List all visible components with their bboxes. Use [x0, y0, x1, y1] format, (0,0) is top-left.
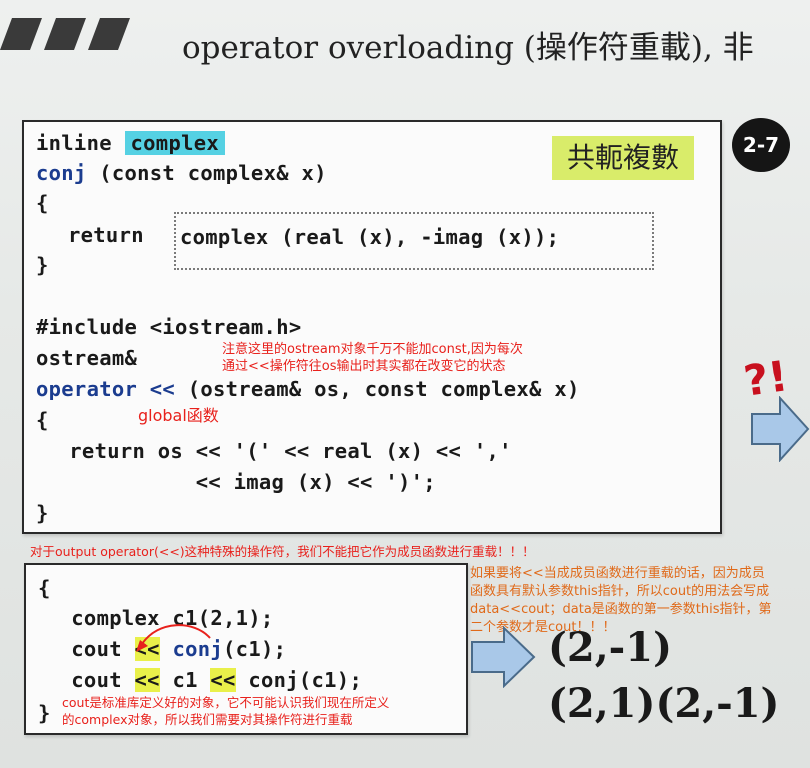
output-line-2: (2,1)(2,-1) [548, 680, 780, 727]
code-line-close-brace: } [36, 253, 49, 277]
code-line-open-brace: { [36, 191, 49, 215]
code-line-inline: inline complex [36, 128, 226, 158]
code-line-operator: operator << (ostream& os, const complex&… [36, 377, 580, 401]
slide-number-badge: 2-7 [732, 118, 790, 172]
annotation-cout: cout是标准库定义好的对象，它不可能认识我们现在所定义 的complex对象，… [62, 695, 390, 727]
code-line-close-brace-2: } [36, 501, 49, 525]
usage-open-brace: { [38, 576, 51, 600]
right-arrow-icon [751, 396, 810, 462]
code-line-include: #include <iostream.h> [36, 315, 302, 339]
code-line-ostream-ref: ostream& [36, 346, 138, 370]
code-line-conj: conj (const complex& x) [36, 161, 327, 185]
highlight-shift-op-1: << [134, 668, 160, 692]
output-arrow-icon [471, 626, 536, 688]
code-line-return: return [68, 223, 144, 247]
highlight-complex: complex [124, 131, 226, 155]
output-line-1: (2,-1) [548, 624, 673, 671]
title-stripes-decoration [0, 18, 130, 50]
conjugate-label: 共軛複數 [552, 136, 694, 180]
usage-line-cout-chain: cout << c1 << conj(c1); [46, 668, 363, 692]
code-line-open-brace-2: { [36, 408, 49, 432]
curved-arrow-annotation [136, 624, 211, 652]
annotation-global: global函数 [138, 406, 219, 425]
usage-close-brace: } [38, 701, 51, 725]
slide-title: operator overloading (操作符重載), 非 [182, 30, 754, 66]
highlight-shift-op-2: << [210, 668, 236, 692]
annotation-output-operator: 对于output operator(<<)这种特殊的操作符，我们不能把它作为成员… [30, 544, 535, 559]
code-line-return-expression: complex (real (x), -imag (x)); [180, 225, 560, 249]
code-line-imag: << imag (x) << ')'; [44, 470, 436, 494]
annotation-const-note: 注意这里的ostream对象千万不能加const,因为每次 通过<<操作符往os… [222, 342, 523, 374]
code-line-return-os: return os << '(' << real (x) << ',' [44, 439, 512, 463]
